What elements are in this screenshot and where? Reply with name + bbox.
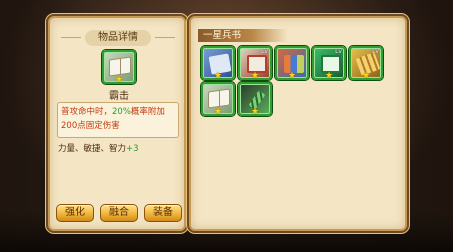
inventory-item-4[interactable]: Lv ★ (312, 46, 346, 80)
desc-prefix: 普攻命中时， (61, 107, 113, 117)
star-icon: ★ (250, 71, 260, 80)
star-icon: ★ (324, 71, 334, 80)
star-icon: ★ (114, 75, 124, 84)
star-icon: ★ (287, 71, 297, 80)
inventory-item-6[interactable]: ★ (201, 82, 235, 116)
item-detail-panel: 物品详情 ★ 霸击 普攻命中时，20%概率附加200点固定伤害 力量、敏捷、智力… (48, 16, 186, 231)
inventory-panel: 一星兵书 ★ Lv ★ ★ Lv ★ Lv ★ ★ ★ (189, 16, 407, 231)
inventory-item-5[interactable]: Lv ★ (349, 46, 383, 80)
enhance-button[interactable]: 强化 (56, 204, 94, 222)
item-name: 霸击 (109, 91, 129, 102)
open-book-icon (208, 88, 230, 109)
star-icon: ★ (361, 71, 371, 80)
item-stats: 力量、敏捷、智力+3 (58, 142, 139, 154)
item-description: 普攻命中时，20%概率附加200点固定伤害 (57, 102, 179, 138)
action-buttons: 强化 融合 装备 (56, 204, 182, 222)
fuse-button[interactable]: 融合 (100, 204, 138, 222)
inventory-item-3[interactable]: ★ (275, 46, 309, 80)
book-icon (109, 56, 131, 77)
inventory-item-1[interactable]: ★ (201, 46, 235, 80)
desc-percent: 20% (112, 107, 131, 117)
equip-button[interactable]: 装备 (144, 204, 182, 222)
level-badge: Lv (372, 48, 379, 55)
star-icon: ★ (213, 107, 223, 116)
category-tab[interactable]: 一星兵书 (198, 29, 288, 42)
star-icon: ★ (250, 107, 260, 116)
inventory-item-2[interactable]: Lv ★ (238, 46, 272, 80)
level-badge: Lv (335, 48, 342, 55)
inventory-item-7[interactable]: ★ (238, 82, 272, 116)
star-icon: ★ (213, 71, 223, 80)
stats-bonus: +3 (126, 144, 139, 154)
stats-text: 力量、敏捷、智力 (58, 144, 127, 154)
detail-item-icon: ★ (102, 50, 136, 84)
level-badge: Lv (261, 48, 268, 55)
detail-title: 物品详情 (61, 30, 175, 46)
